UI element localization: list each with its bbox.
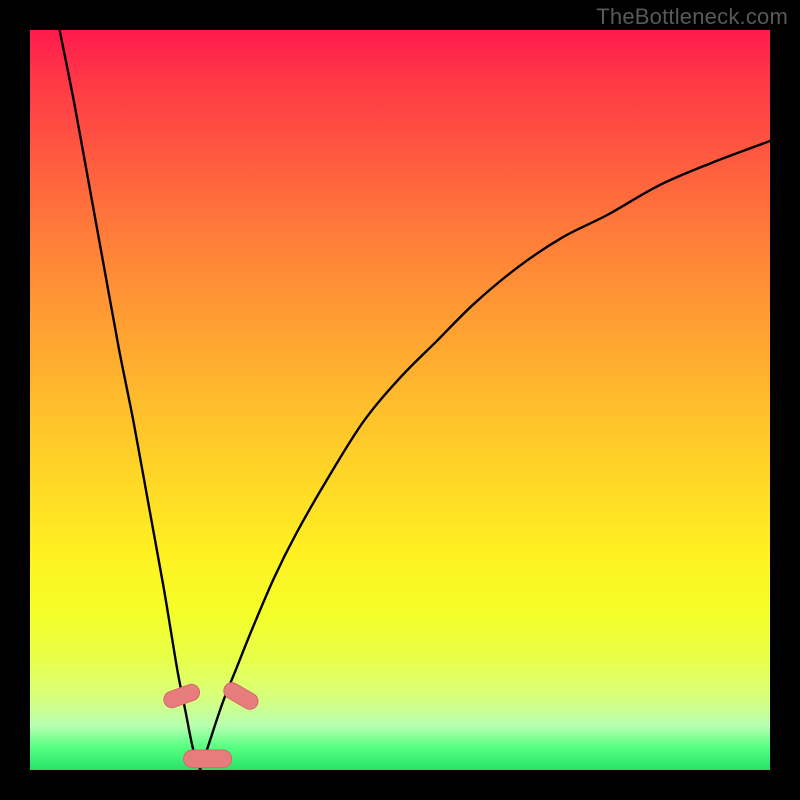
plot-area: [30, 30, 770, 770]
marker-capsule-2: [184, 750, 232, 768]
curve-right-branch: [200, 141, 770, 770]
marker-group: [162, 680, 261, 768]
curve-left-branch: [60, 30, 201, 770]
chart-frame: TheBottleneck.com: [0, 0, 800, 800]
watermark-text: TheBottleneck.com: [596, 4, 788, 30]
marker-capsule-0: [162, 682, 202, 710]
marker-capsule-1: [221, 680, 261, 713]
curve-layer: [30, 30, 770, 770]
